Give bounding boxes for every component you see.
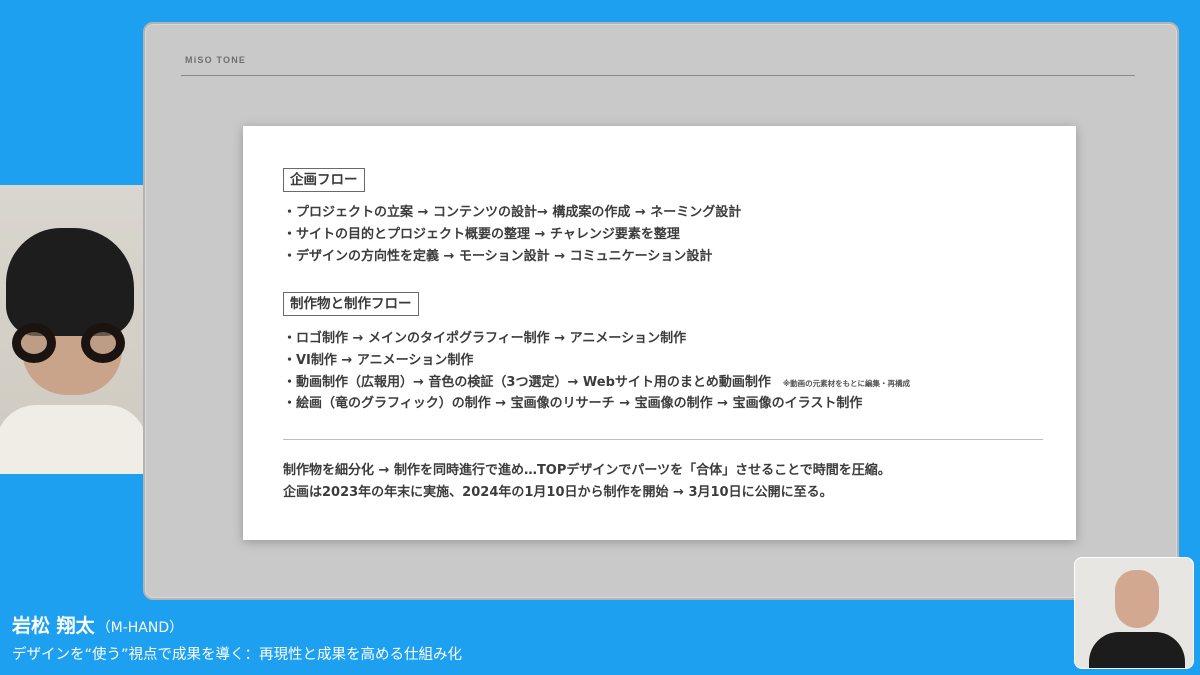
list-item: ・プロジェクトの立案 → コンテンツの設計→ 構成案の作成 → ネーミング設計 xyxy=(283,205,742,220)
talk-title-caption: デザインを“使う”視点で成果を導く：再現性と成果を高める仕組み化 xyxy=(12,647,463,663)
list-item-text: ・動画制作（広報用）→ 音色の検証（3つ選定）→ Webサイト用のまとめ動画制作 xyxy=(283,374,771,390)
summary-line: 制作物を細分化 → 制作を同時進行で進め…TOPデザインでパーツを「合体」させる… xyxy=(283,463,891,478)
brand-divider xyxy=(181,75,1135,76)
section-title-production-flow: 制作物と制作フロー xyxy=(283,292,419,316)
video-note: ※動画の元素材をもとに編集・再構成 xyxy=(782,378,911,388)
planning-flow-list: ・プロジェクトの立案 → コンテンツの設計→ 構成案の作成 → ネーミング設計 … xyxy=(283,202,741,267)
speaker-org: （M-HAND） xyxy=(96,620,184,636)
list-item: ・サイトの目的とプロジェクト概要の整理 → チャレンジ要素を整理 xyxy=(283,226,680,242)
speaker-name: 岩松 翔太 xyxy=(12,615,95,637)
moderator-webcam-video xyxy=(1074,557,1194,669)
list-item: ・絵画（竜のグラフィック）の制作 → 宝画像のリサーチ → 宝画像の制作 → 宝… xyxy=(283,396,863,412)
section-divider xyxy=(283,439,1043,440)
speaker-webcam-video xyxy=(0,185,143,474)
slide-brand-logo: MiSO TONE xyxy=(185,55,247,65)
list-item: ・動画制作（広報用）→ 音色の検証（3つ選定）→ Webサイト用のまとめ動画制作… xyxy=(283,372,910,394)
production-flow-list: ・ロゴ制作 → メインのタイポグラフィー制作 → アニメーション制作 ・VI制作… xyxy=(283,328,910,415)
summary-block: 制作物を細分化 → 制作を同時進行で進め…TOPデザインでパーツを「合体」させる… xyxy=(283,460,891,504)
speaker-name-caption: 岩松 翔太 （M-HAND） xyxy=(12,611,183,638)
list-item: ・ロゴ制作 → メインのタイポグラフィー制作 → アニメーション制作 xyxy=(283,331,687,346)
slide-content-card: 企画フロー ・プロジェクトの立案 → コンテンツの設計→ 構成案の作成 → ネー… xyxy=(243,126,1076,540)
list-item: ・デザインの方向性を定義 → モーション設計 → コミュニケーション設計 xyxy=(283,248,713,264)
section-title-planning-flow: 企画フロー xyxy=(283,168,365,192)
list-item: ・VI制作 → アニメーション制作 xyxy=(283,352,474,368)
summary-line: 企画は2023年の年末に実施、2024年の1月10日から制作を開始 → 3月10… xyxy=(283,485,833,500)
